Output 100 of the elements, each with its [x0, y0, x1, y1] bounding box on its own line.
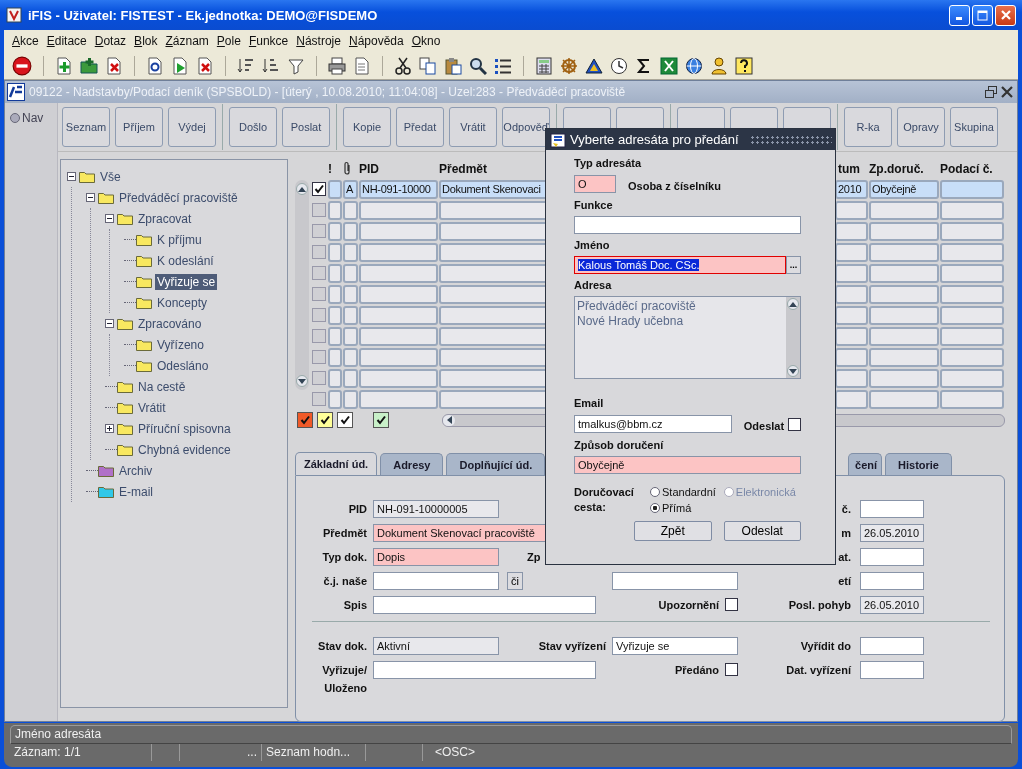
text-field[interactable] [860, 661, 924, 679]
column-header[interactable]: Předmět [439, 161, 488, 176]
tab[interactable]: Adresy [380, 453, 444, 475]
text-field[interactable] [612, 572, 738, 590]
text-field[interactable] [860, 548, 924, 566]
scroll-up-icon[interactable] [296, 183, 308, 195]
filter-checkbox[interactable] [337, 412, 353, 428]
expand-toggle[interactable] [105, 424, 114, 433]
column-header[interactable]: ! [328, 161, 332, 176]
action-button[interactable]: Seznam [62, 107, 110, 147]
close-button[interactable] [995, 4, 1016, 26]
triangle-icon[interactable] [585, 56, 603, 75]
collapse-toggle[interactable] [67, 172, 76, 181]
action-button[interactable]: Kopie [343, 107, 391, 147]
nav-radio[interactable]: Nav [5, 111, 57, 125]
checkbox[interactable] [725, 598, 738, 611]
menu-item[interactable]: Okno [407, 34, 445, 48]
tree-item[interactable]: Na cestě [136, 378, 188, 395]
text-field[interactable]: NH-091-10000005 [373, 500, 499, 518]
help-icon[interactable] [735, 56, 753, 75]
menu-item[interactable]: Nástroje [292, 34, 345, 48]
text-field[interactable]: 26.05.2010 [860, 596, 924, 614]
function-field[interactable] [574, 216, 801, 234]
row-checkbox[interactable] [312, 245, 326, 259]
text-field[interactable] [860, 500, 924, 518]
filter-checkbox[interactable] [297, 412, 313, 428]
name-field[interactable]: Kalous Tomáš Doc. CSc. [574, 256, 786, 274]
radio-button[interactable] [650, 503, 660, 513]
column-header[interactable]: Podací č. [940, 161, 993, 176]
row-checkbox[interactable] [312, 224, 326, 238]
restore-icon[interactable] [985, 86, 997, 98]
tree-item[interactable]: Vše [98, 168, 123, 185]
tree-item[interactable]: Vyřizuje se [155, 273, 218, 290]
tree-item[interactable]: Příruční spisovna [136, 420, 233, 437]
action-button[interactable]: Předat [396, 107, 444, 147]
scroll-down-icon[interactable] [296, 375, 308, 387]
action-button[interactable]: Příjem [115, 107, 163, 147]
printer-icon[interactable] [328, 56, 346, 75]
filter-icon[interactable] [287, 56, 305, 75]
document-x-icon[interactable] [105, 56, 123, 75]
action-button[interactable]: Poslat [282, 107, 330, 147]
column-header[interactable]: Zp.doruč. [869, 161, 924, 176]
folder-plus-icon[interactable] [80, 56, 98, 75]
row-checkbox[interactable] [312, 329, 326, 343]
paste-icon[interactable] [444, 56, 462, 75]
wheel-icon[interactable] [560, 56, 578, 75]
text-field[interactable] [373, 596, 596, 614]
tab[interactable]: Doplňující úd. [446, 453, 546, 475]
close-icon[interactable] [1001, 86, 1013, 98]
menu-item[interactable]: Dotaz [90, 34, 131, 48]
tree-item[interactable]: K odeslání [155, 252, 216, 269]
row-checkbox[interactable] [312, 287, 326, 301]
vertical-scrollbar[interactable] [295, 180, 309, 390]
menu-item[interactable]: Blok [130, 34, 162, 48]
text-field[interactable] [860, 572, 924, 590]
row-checkbox[interactable] [312, 392, 326, 406]
stop-icon[interactable] [12, 55, 32, 76]
menu-item[interactable]: Funkce [244, 34, 293, 48]
column-header[interactable]: PID [359, 161, 379, 176]
tree-item[interactable]: Chybná evidence [136, 441, 233, 458]
radio-option[interactable]: Přímá [650, 501, 716, 515]
radio-button[interactable] [10, 113, 20, 123]
radio-button[interactable] [650, 487, 660, 497]
dialog-button[interactable]: Odeslat [723, 521, 801, 541]
tree-item[interactable]: Koncepty [155, 294, 210, 311]
text-field[interactable]: Dopis [373, 548, 499, 566]
sort-descending-icon[interactable] [262, 56, 280, 75]
row-checkbox[interactable] [312, 266, 326, 280]
menu-item[interactable]: Pole [212, 34, 245, 48]
type-field[interactable]: O [574, 175, 616, 193]
action-button[interactable]: Skupina [950, 107, 998, 147]
tree-item[interactable]: Zpracováno [136, 315, 204, 332]
address-field[interactable]: Předváděcí pracoviště Nové Hrady učebna [574, 296, 801, 379]
spreadsheet-icon[interactable] [660, 56, 678, 75]
clock-icon[interactable] [610, 56, 628, 75]
collapse-toggle[interactable] [86, 193, 95, 202]
search-icon[interactable] [469, 56, 487, 75]
delivery-field[interactable]: Obyčejně [574, 456, 801, 474]
action-button[interactable]: Opravy [897, 107, 945, 147]
email-field[interactable]: tmalkus@bbm.cz [574, 415, 732, 433]
row-checkbox[interactable] [312, 182, 326, 196]
action-button[interactable]: Došlo [229, 107, 277, 147]
collapse-toggle[interactable] [105, 319, 114, 328]
document-x-icon[interactable] [196, 56, 214, 75]
text-field[interactable] [860, 637, 924, 655]
text-field[interactable]: Aktivní [373, 637, 499, 655]
document-play-icon[interactable] [171, 56, 189, 75]
calculator-icon[interactable] [535, 56, 553, 75]
column-header[interactable]: tum [838, 161, 860, 176]
maximize-icon[interactable] [977, 9, 988, 21]
tree-item[interactable]: Předváděcí pracoviště [117, 189, 240, 206]
sort-ascending-icon[interactable] [237, 56, 255, 75]
row-checkbox[interactable] [312, 371, 326, 385]
row-checkbox[interactable] [312, 350, 326, 364]
maximize-button[interactable] [972, 4, 993, 26]
minimize-button[interactable] [949, 4, 970, 26]
tree-item[interactable]: Archiv [117, 462, 155, 479]
menu-item[interactable]: Záznam [161, 34, 213, 48]
text-field[interactable]: 26.05.2010 [860, 524, 924, 542]
menu-item[interactable]: Nápověda [344, 34, 408, 48]
